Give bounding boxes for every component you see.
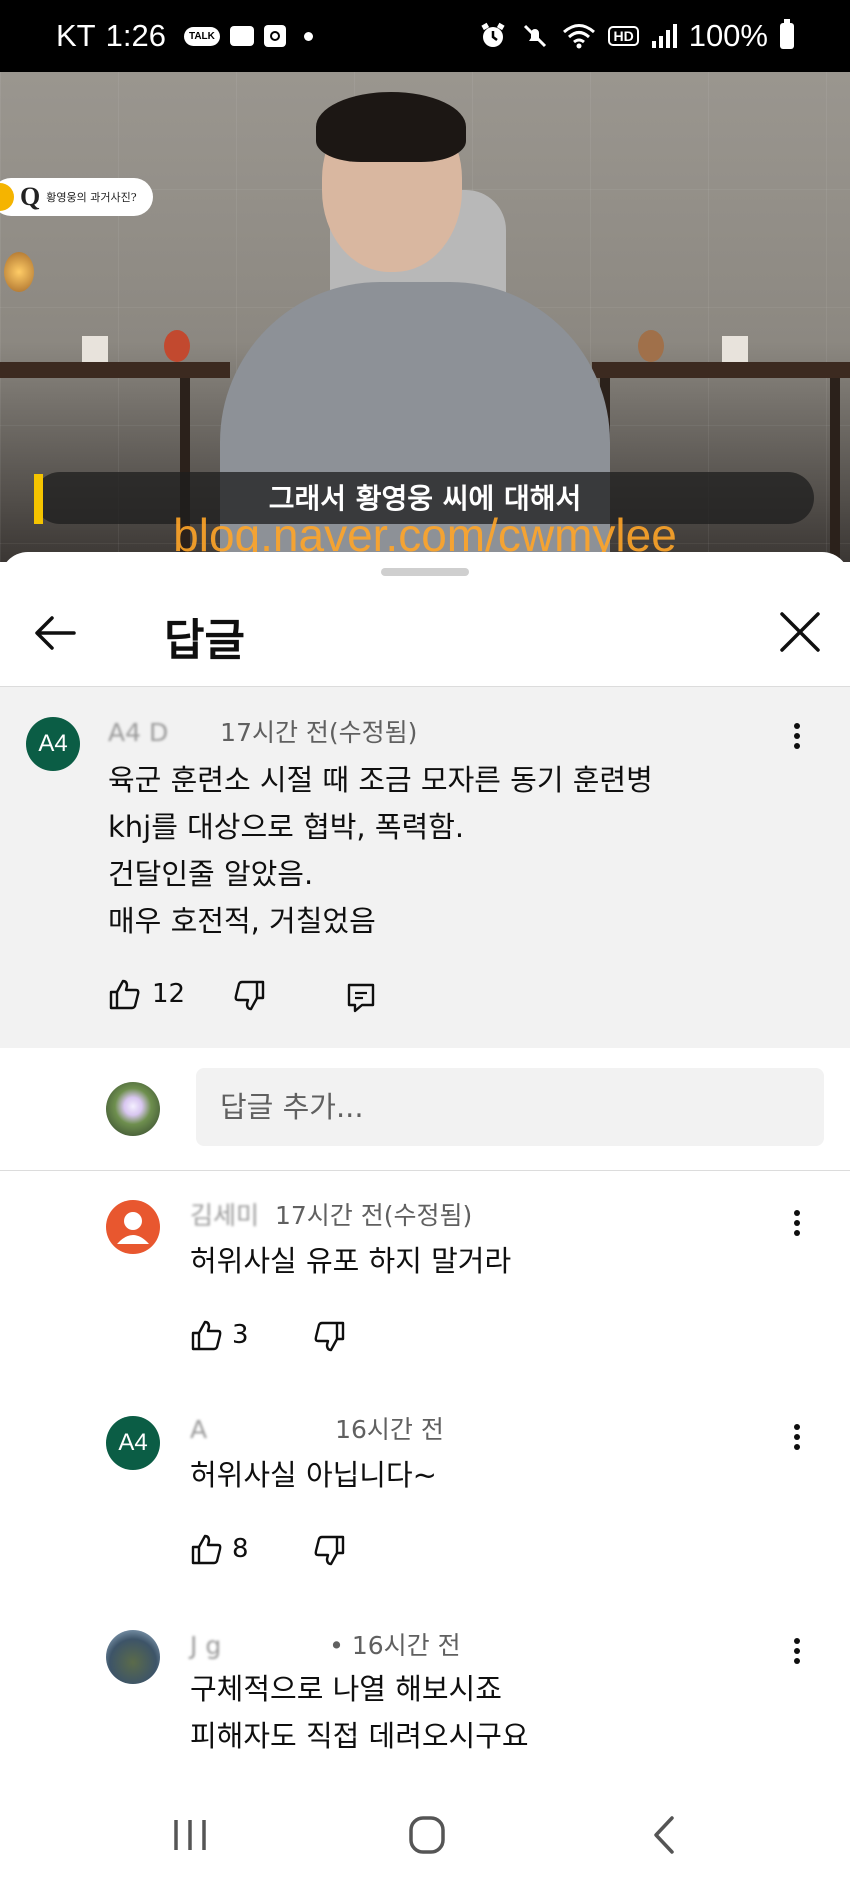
more-options-icon[interactable] (792, 1634, 802, 1668)
avatar[interactable]: A4 (106, 1416, 160, 1470)
default-user-icon (117, 1212, 149, 1244)
question-badge: Q 황영웅의 과거사진? (0, 178, 153, 216)
thumbs-down-icon[interactable] (232, 979, 266, 1013)
comment-body: 허위사실 아닙니다~ (190, 1452, 437, 1499)
comment-meta: A 16시간 전 (190, 1410, 444, 1446)
desk-left (0, 362, 230, 378)
question-text: 황영웅의 과거사진? (46, 191, 137, 204)
comment-line: 허위사실 유포 하지 말거라 (190, 1244, 512, 1278)
replies-sheet: 답글 A4 A4 D 17시간 전(수정됨) 육군 훈련소 시절 때 조금 모자… (0, 552, 850, 1889)
comment-line: 구체적으로 나열 해보시죠 (190, 1672, 502, 1706)
thumbs-up-icon[interactable] (190, 1532, 224, 1566)
thumbs-down-icon[interactable] (312, 1534, 346, 1568)
avatar[interactable] (106, 1630, 160, 1684)
comment-time: 17시간 전(수정됨) (220, 718, 418, 747)
presenter-hair (316, 92, 466, 162)
comment-time: 17시간 전(수정됨) (274, 1201, 473, 1230)
parent-comment: A4 A4 D 17시간 전(수정됨) 육군 훈련소 시절 때 조금 모자른 동… (0, 686, 850, 1049)
comment-author[interactable]: J g (190, 1631, 221, 1660)
like-count: 12 (152, 979, 186, 1009)
thumbs-down-icon[interactable] (312, 1320, 346, 1354)
comment-body: 구체적으로 나열 해보시죠 피해자도 직접 데려오시구요 (190, 1666, 529, 1760)
close-icon[interactable] (772, 604, 828, 660)
message-icon (229, 26, 254, 46)
wifi-icon (563, 24, 596, 49)
comment-meta: J g • 16시간 전 (190, 1626, 461, 1662)
signal-icon (651, 24, 677, 48)
hd-voice-icon: HD (608, 26, 639, 46)
like-count: 3 (232, 1320, 249, 1350)
sheet-title: 답글 (164, 615, 245, 666)
plant-graphic (82, 336, 108, 362)
reply-input[interactable] (196, 1068, 824, 1146)
back-icon[interactable] (636, 1806, 696, 1866)
figurine-graphic (164, 330, 190, 362)
avatar[interactable]: A4 (26, 717, 80, 771)
reply-input-row (0, 1048, 850, 1171)
lamp-graphic (4, 252, 34, 292)
system-nav-bar (0, 1780, 850, 1889)
battery-icon (780, 19, 794, 49)
plant-graphic (722, 336, 748, 362)
comment-line: 매우 호전적, 거칠었음 (108, 904, 376, 938)
comment-line: 피해자도 직접 데려오시구요 (190, 1719, 529, 1753)
comment-author[interactable]: 김세미 (190, 1201, 259, 1230)
kakaotalk-icon: TALK (183, 26, 220, 46)
comment-line: 육군 훈련소 시절 때 조금 모자른 동기 훈련병 (108, 763, 653, 797)
comment-line: 허위사실 아닙니다~ (190, 1458, 437, 1492)
clock-app-icon (263, 25, 286, 47)
drag-handle[interactable] (381, 568, 469, 576)
more-notifications-dot-icon (303, 31, 313, 41)
comment-line: 건달인줄 알았음. (108, 857, 314, 891)
more-options-icon[interactable] (792, 719, 802, 753)
more-options-icon[interactable] (792, 1206, 802, 1240)
thumbs-up-icon[interactable] (190, 1318, 224, 1352)
comment-author[interactable]: A4 D (108, 718, 168, 747)
more-options-icon[interactable] (792, 1420, 802, 1454)
comment-meta: 김세미 17시간 전(수정됨) (190, 1196, 472, 1232)
comment-author[interactable]: A (190, 1415, 207, 1444)
mute-icon (524, 24, 547, 48)
alarm-icon (481, 22, 506, 47)
avatar[interactable] (106, 1200, 160, 1254)
recent-apps-icon[interactable] (160, 1806, 220, 1866)
desk-right (592, 362, 850, 378)
home-icon[interactable] (397, 1806, 457, 1866)
like-count: 8 (232, 1534, 249, 1564)
comment-body: 허위사실 유포 하지 말거라 (190, 1238, 511, 1285)
sheet-header: 답글 (0, 582, 850, 686)
comment-time: 16시간 전 (335, 1415, 444, 1444)
figurine-graphic (638, 330, 664, 362)
comment-meta: A4 D 17시간 전(수정됨) (108, 713, 417, 749)
battery-percent: 100% (688, 18, 768, 53)
carrier-label: KT (56, 18, 96, 53)
reply-icon[interactable] (344, 981, 378, 1015)
comment-time: • 16시간 전 (329, 1631, 461, 1660)
thumbs-up-icon[interactable] (108, 977, 142, 1011)
status-bar: KT 1:26 TALK HD 100% (0, 0, 850, 72)
my-avatar (106, 1082, 160, 1136)
question-letter: Q (20, 182, 41, 211)
back-arrow-icon[interactable] (30, 608, 80, 658)
comment-line: khj를 대상으로 협박, 폭력함. (108, 810, 465, 844)
clock: 1:26 (105, 18, 166, 53)
badge-accent-icon (0, 183, 14, 211)
comment-body: 육군 훈련소 시절 때 조금 모자른 동기 훈련병 khj를 대상으로 협박, … (108, 757, 653, 945)
